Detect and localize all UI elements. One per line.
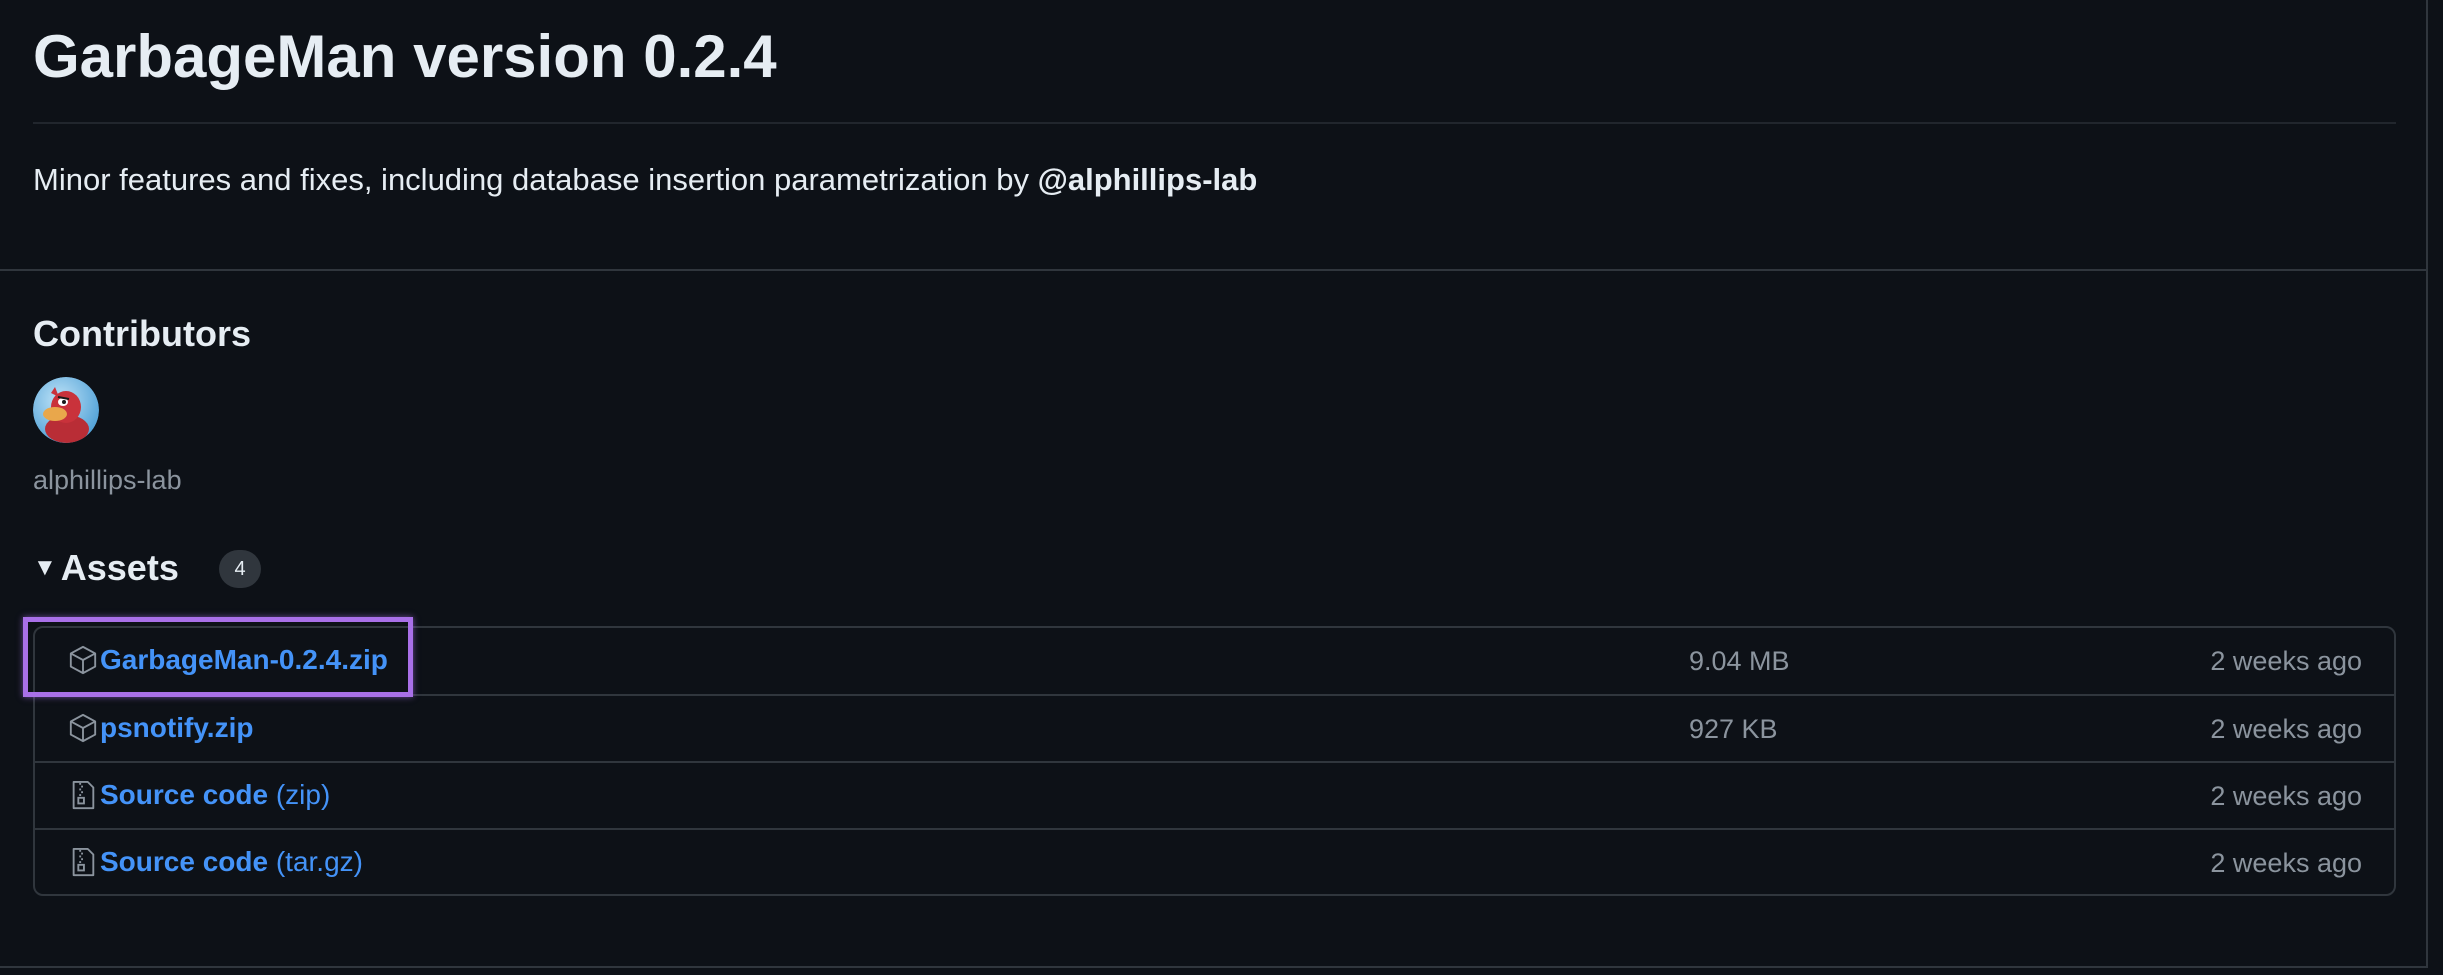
asset-download-link[interactable]: GarbageMan-0.2.4.zip (100, 644, 388, 676)
section-divider (0, 269, 2428, 271)
assets-list: GarbageMan-0.2.4.zip 9.04 MB 2 weeks ago… (33, 626, 2396, 896)
asset-date: 2 weeks ago (2210, 848, 2362, 878)
duck-avatar-icon (33, 377, 99, 443)
release-description: Minor features and fixes, including data… (33, 162, 1257, 198)
source-code-targz-link[interactable]: Source code (tar.gz) (100, 846, 363, 878)
asset-name: psnotify.zip (100, 712, 254, 743)
asset-row: Source code (tar.gz) 2 weeks ago (35, 828, 2394, 895)
asset-name: GarbageMan-0.2.4.zip (100, 644, 388, 675)
asset-date: 2 weeks ago (2210, 781, 2362, 811)
assets-heading: Assets (60, 547, 179, 588)
source-code-zip-link[interactable]: Source code (zip) (100, 779, 330, 811)
asset-suffix: (zip) (268, 779, 331, 810)
assets-count-badge: 4 (219, 550, 261, 588)
user-mention-link[interactable]: @alphillips-lab (1038, 162, 1258, 197)
asset-name: Source code (100, 846, 269, 877)
file-zip-icon (72, 780, 95, 810)
asset-suffix: (tar.gz) (268, 846, 363, 877)
package-icon (69, 645, 97, 675)
asset-row: GarbageMan-0.2.4.zip 9.04 MB 2 weeks ago (35, 628, 2394, 695)
release-card: GarbageMan version 0.2.4 Minor features … (0, 0, 2428, 968)
contributors-heading: Contributors (33, 313, 251, 354)
file-zip-icon (72, 847, 95, 877)
asset-row: psnotify.zip 927 KB 2 weeks ago (35, 694, 2394, 761)
triangle-down-icon[interactable]: ▼ (33, 554, 57, 582)
asset-download-link[interactable]: psnotify.zip (100, 712, 253, 744)
asset-size: 9.04 MB (1689, 646, 1790, 676)
asset-date: 2 weeks ago (2210, 646, 2362, 676)
assets-header[interactable]: ▼ Assets 4 (33, 540, 261, 596)
title-divider (33, 122, 2396, 124)
asset-name: Source code (100, 779, 269, 810)
asset-date: 2 weeks ago (2210, 714, 2362, 744)
contributor-name[interactable]: alphillips-lab (33, 465, 182, 496)
release-title: GarbageMan version 0.2.4 (33, 23, 777, 90)
asset-row: Source code (zip) 2 weeks ago (35, 761, 2394, 828)
asset-size: 927 KB (1689, 714, 1778, 744)
release-description-text: Minor features and fixes, including data… (33, 162, 1038, 197)
contributor-avatar[interactable] (33, 377, 99, 443)
package-icon (69, 713, 97, 743)
